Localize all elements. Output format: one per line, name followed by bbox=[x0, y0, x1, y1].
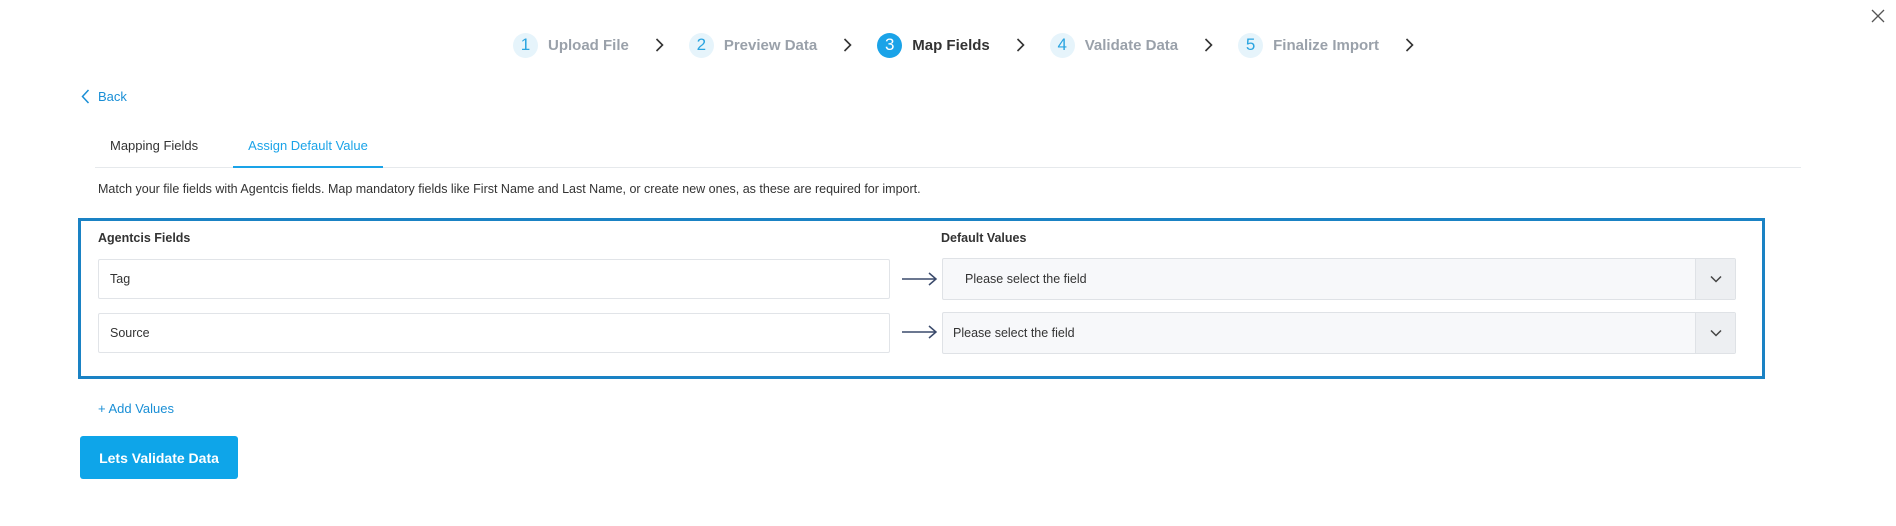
step-finalize-import[interactable]: 5 Finalize Import bbox=[1238, 32, 1379, 58]
default-values-header: Default Values bbox=[941, 231, 1027, 245]
agentcis-fields-header: Agentcis Fields bbox=[98, 231, 191, 245]
step-number: 5 bbox=[1238, 32, 1264, 58]
step-number: 3 bbox=[877, 32, 903, 58]
step-number: 2 bbox=[688, 32, 714, 58]
chevron-right-icon bbox=[1204, 38, 1214, 52]
import-stepper: 1 Upload File 2 Preview Data 3 Map Field… bbox=[513, 32, 1439, 58]
step-label: Upload File bbox=[548, 36, 629, 54]
agentcis-field-source: Source bbox=[98, 313, 890, 353]
select-placeholder: Please select the field bbox=[965, 272, 1087, 286]
step-validate-data[interactable]: 4 Validate Data bbox=[1049, 32, 1179, 58]
agentcis-field-tag: Tag bbox=[98, 259, 890, 299]
tab-bar: Mapping Fields Assign Default Value bbox=[95, 128, 1801, 168]
tab-assign-default-value[interactable]: Assign Default Value bbox=[233, 128, 383, 168]
close-icon[interactable] bbox=[1871, 9, 1887, 25]
step-number: 1 bbox=[513, 32, 538, 58]
step-label: Validate Data bbox=[1084, 36, 1179, 54]
back-link[interactable]: Back bbox=[81, 89, 127, 104]
chevron-right-icon bbox=[655, 38, 665, 52]
tab-mapping-fields[interactable]: Mapping Fields bbox=[95, 128, 213, 168]
add-values-link[interactable]: + Add Values bbox=[98, 401, 174, 416]
chevron-right-icon bbox=[1405, 38, 1415, 52]
step-label: Finalize Import bbox=[1273, 36, 1379, 54]
default-value-select-tag[interactable]: Please select the field bbox=[942, 258, 1736, 300]
step-label: Preview Data bbox=[723, 36, 818, 54]
step-number: 4 bbox=[1049, 32, 1075, 58]
back-label: Back bbox=[98, 89, 127, 104]
step-preview-data[interactable]: 2 Preview Data bbox=[688, 32, 818, 58]
default-value-select-source[interactable]: Please select the field bbox=[942, 312, 1736, 354]
step-label: Map Fields bbox=[912, 36, 990, 54]
step-map-fields[interactable]: 3 Map Fields bbox=[877, 32, 990, 58]
chevron-right-icon bbox=[843, 38, 853, 52]
chevron-down-icon[interactable] bbox=[1695, 259, 1735, 299]
chevron-right-icon bbox=[1016, 38, 1026, 52]
mapping-description: Match your file fields with Agentcis fie… bbox=[98, 182, 921, 196]
default-values-panel: Agentcis Fields Default Values Tag Pleas… bbox=[78, 218, 1765, 379]
arrow-right-icon bbox=[902, 325, 938, 339]
step-upload-file[interactable]: 1 Upload File bbox=[513, 32, 629, 58]
chevron-left-icon bbox=[81, 89, 90, 104]
validate-data-button[interactable]: Lets Validate Data bbox=[80, 436, 238, 479]
arrow-right-icon bbox=[902, 272, 938, 286]
select-placeholder: Please select the field bbox=[953, 326, 1075, 340]
chevron-down-icon[interactable] bbox=[1695, 313, 1735, 353]
